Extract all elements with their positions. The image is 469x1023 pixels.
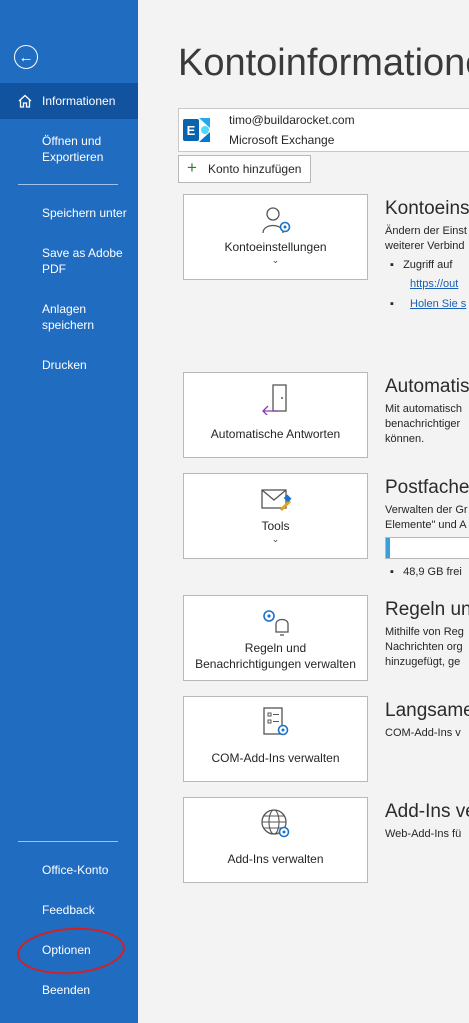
add-account-label: Konto hinzufügen (208, 162, 302, 176)
section-title: Postfachei (385, 477, 469, 498)
section-desc: hinzugefügt, ge (385, 656, 461, 668)
plus-icon: + (187, 158, 197, 177)
section-desc: benachrichtiger (385, 418, 461, 430)
section-desc: Verwalten der Gr (385, 504, 468, 516)
sidebar-item-label: Speichern unter (42, 206, 127, 220)
section-desc: COM-Add-Ins v (385, 727, 461, 739)
card-label: Regeln und (244, 641, 307, 655)
tools-button[interactable]: Tools ⌄ (183, 473, 368, 559)
svg-text:E: E (187, 123, 196, 138)
add-account-button[interactable]: + Konto hinzufügen (178, 155, 311, 183)
sidebar-item-informationen[interactable]: Informationen (0, 83, 138, 119)
sidebar-item-label: Beenden (42, 983, 91, 997)
sidebar-divider (18, 184, 118, 185)
account-settings-button[interactable]: Kontoeinstellungen ⌄ (183, 194, 368, 280)
section-desc: Web-Add-Ins fü (385, 828, 462, 840)
sidebar-item-label: Öffnen und Exportieren (42, 134, 104, 164)
storage-text: 48,9 GB frei (403, 566, 462, 578)
door-arrow-icon (262, 384, 287, 415)
sidebar-item-label: Drucken (42, 358, 87, 372)
section-desc: können. (385, 433, 425, 445)
section-title: Automatis (385, 376, 469, 397)
chevron-down-icon: ⌄ (271, 255, 280, 265)
bullet-text: Zugriff auf (403, 259, 453, 271)
rules-bell-icon (263, 610, 289, 636)
section-desc: Mit automatisch (385, 403, 463, 415)
section-desc: Elemente" und A (385, 519, 467, 531)
card-label: Tools (261, 519, 290, 533)
sidebar-divider (18, 841, 118, 842)
sidebar-item-label: Informationen (42, 94, 116, 108)
addins-button[interactable]: Add-Ins verwalten (183, 797, 368, 883)
user-gear-icon (262, 207, 291, 234)
account-type: Microsoft Exchange (229, 133, 335, 147)
backstage-sidebar: ← Informationen Öffnen und Exportieren S… (0, 0, 138, 1023)
chevron-down-icon: ⌄ (271, 534, 280, 544)
sidebar-item-label: Office-Konto (42, 863, 109, 877)
sidebar-item-label: Save as Adobe PDF (42, 246, 123, 276)
section-desc: Nachrichten org (385, 641, 463, 653)
page-title: Kontoinformationen (178, 42, 469, 84)
mailbox-usage-fill (386, 538, 390, 558)
owa-link[interactable]: https://out (410, 278, 458, 290)
exchange-icon: E (183, 118, 210, 142)
card-label: Add-Ins verwalten (227, 852, 324, 866)
section-desc: Mithilfe von Reg (385, 626, 464, 638)
mailbox-tools-icon (261, 489, 292, 512)
section-title: Langsame (385, 700, 469, 721)
card-label: Kontoeinstellungen (224, 240, 327, 254)
home-icon (18, 94, 32, 108)
bullet-item: ▪ 48,9 GB frei (390, 566, 462, 578)
account-email: timo@buildarocket.com (229, 113, 355, 127)
sidebar-item-label: Anlagen speichern (42, 302, 95, 332)
main-content: Kontoinformationen E timo@buildarocket.c… (138, 0, 469, 1023)
section-title: Add-Ins ve (385, 801, 469, 822)
section-desc: weiterer Verbind (385, 240, 465, 252)
bullet-item: ▪ Zugriff auf (390, 259, 453, 271)
com-addin-icon (263, 707, 289, 736)
account-selector[interactable]: E timo@buildarocket.com Microsoft Exchan… (178, 108, 469, 152)
card-label: COM-Add-Ins verwalten (211, 751, 340, 765)
globe-gear-icon (261, 809, 290, 838)
section-title: Regeln und (385, 599, 469, 620)
rules-alerts-button[interactable]: Regeln und Benachrichtigungen verwalten (183, 595, 368, 681)
sidebar-item-label: Feedback (42, 903, 95, 917)
card-label: Benachrichtigungen verwalten (195, 657, 356, 671)
back-arrow-icon: ← (18, 48, 34, 66)
section-desc: Ändern der Einst (385, 225, 467, 237)
com-addins-button[interactable]: COM-Add-Ins verwalten (183, 696, 368, 782)
card-label: Automatische Antworten (210, 427, 341, 441)
section-title: Kontoeinstellungen (385, 198, 469, 219)
automatic-replies-button[interactable]: Automatische Antworten (183, 372, 368, 458)
get-app-link[interactable]: Holen Sie s (410, 298, 466, 310)
bullet-item: ▪ (390, 298, 394, 310)
back-button[interactable]: ← (14, 45, 38, 69)
mailbox-usage-bar (385, 537, 469, 559)
